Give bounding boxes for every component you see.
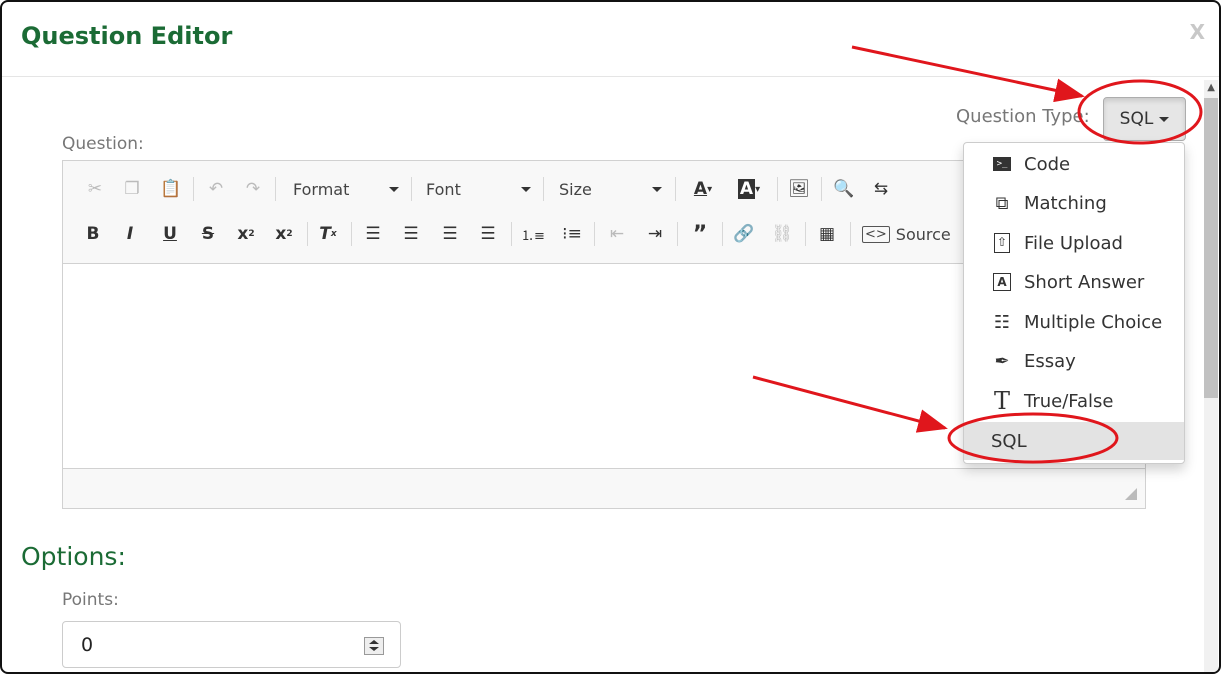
align-right-icon[interactable]: ☰	[437, 221, 463, 247]
terminal-icon: >_	[991, 157, 1013, 171]
short-answer-icon: A	[991, 273, 1013, 291]
menu-item-file-upload[interactable]: ⇧ File Upload	[964, 224, 1184, 262]
text-icon: T	[993, 387, 1010, 415]
undo-icon[interactable]: ↶	[203, 176, 229, 202]
source-button[interactable]: <> Source	[862, 221, 951, 247]
numbered-list-icon[interactable]: ⒈≡	[520, 221, 546, 247]
toolbar-separator	[275, 177, 276, 201]
dialog-title: Question Editor	[21, 22, 233, 50]
editor-status-bar	[63, 468, 1145, 508]
toolbar-separator	[193, 177, 194, 201]
scroll-up-arrow-icon[interactable]: ▲	[1207, 82, 1215, 93]
points-label: Points:	[62, 590, 119, 610]
subscript-icon[interactable]: x2	[233, 221, 259, 247]
pen-nib-icon: ✒	[994, 350, 1010, 372]
menu-item-label: Short Answer	[1024, 271, 1145, 293]
menu-item-true-false[interactable]: T True/False	[964, 382, 1184, 420]
question-type-menu: >_ Code ⧉ Matching ⇧ File Upload A Short…	[963, 142, 1185, 464]
menu-item-essay[interactable]: ✒ Essay	[964, 342, 1184, 380]
align-left-icon[interactable]: ☰	[360, 221, 386, 247]
source-icon: <>	[862, 225, 890, 243]
menu-item-short-answer[interactable]: A Short Answer	[964, 263, 1184, 301]
link-icon[interactable]: 🔗	[731, 221, 757, 247]
cut-icon[interactable]: ✂	[82, 176, 108, 202]
number-spinner-icon[interactable]	[364, 637, 384, 655]
dialog-header: Question Editor X	[2, 2, 1219, 77]
replace-icon[interactable]: ⇆	[868, 176, 894, 202]
source-label: Source	[895, 224, 951, 244]
list-icon: ☷	[993, 311, 1011, 333]
question-type-label: Question Type:	[956, 106, 1090, 127]
image-icon[interactable]: 🖼	[786, 176, 812, 202]
matching-icon: ⧉	[995, 192, 1009, 214]
underline-icon[interactable]: U	[157, 221, 183, 247]
blockquote-icon[interactable]: ”	[687, 221, 713, 247]
question-type-selected: SQL	[1119, 109, 1154, 129]
caret-down-icon	[521, 186, 531, 192]
toolbar-separator	[411, 177, 412, 201]
size-dropdown[interactable]: Size	[559, 176, 662, 202]
menu-item-label: True/False	[1024, 390, 1114, 412]
points-input[interactable]: 0	[62, 621, 401, 668]
redo-icon[interactable]: ↷	[240, 176, 266, 202]
menu-item-label: Matching	[1024, 192, 1107, 214]
toolbar-separator	[675, 177, 676, 201]
toolbar-separator	[543, 177, 544, 201]
toolbar-separator	[677, 222, 678, 246]
toolbar-separator	[777, 177, 778, 201]
toolbar-separator	[805, 222, 806, 246]
copy-icon[interactable]: ❐	[119, 176, 145, 202]
font-dropdown[interactable]: Font	[426, 176, 531, 202]
italic-icon[interactable]: I	[117, 221, 143, 247]
background-color-icon[interactable]: A ▾	[731, 176, 767, 202]
toolbar-separator	[511, 222, 512, 246]
toolbar-separator	[307, 222, 308, 246]
menu-item-label: File Upload	[1024, 232, 1123, 254]
decrease-indent-icon[interactable]: ⇤	[604, 221, 630, 247]
toolbar-separator	[351, 222, 352, 246]
menu-item-label: Multiple Choice	[1024, 311, 1163, 333]
menu-item-matching[interactable]: ⧉ Matching	[964, 184, 1184, 222]
superscript-icon[interactable]: x2	[271, 221, 297, 247]
caret-down-icon	[652, 186, 662, 192]
bold-icon[interactable]: B	[80, 221, 106, 247]
find-icon[interactable]: 🔍	[831, 176, 857, 202]
format-label: Format	[293, 179, 350, 199]
resize-handle-icon[interactable]	[1125, 488, 1137, 500]
remove-format-icon[interactable]: Tx	[315, 221, 341, 247]
menu-item-sql[interactable]: SQL	[964, 422, 1184, 460]
points-value: 0	[81, 633, 94, 656]
scrollbar-thumb[interactable]	[1204, 98, 1218, 398]
text-color-icon[interactable]: A ▾	[685, 176, 721, 202]
toolbar-separator	[594, 222, 595, 246]
question-label: Question:	[62, 134, 144, 154]
close-button[interactable]: X	[1190, 20, 1205, 44]
format-dropdown[interactable]: Format	[293, 176, 399, 202]
question-type-dropdown-button[interactable]: SQL	[1103, 97, 1186, 141]
question-editor-dialog: Question Editor X ▲ Question Type: SQL Q…	[0, 0, 1221, 674]
size-label: Size	[559, 179, 592, 199]
caret-down-icon	[389, 186, 399, 192]
toolbar-separator	[850, 222, 851, 246]
options-heading: Options:	[21, 542, 126, 571]
font-label: Font	[426, 179, 461, 199]
unlink-icon[interactable]: ⛓	[769, 221, 795, 247]
table-icon[interactable]: ▦	[814, 221, 840, 247]
toolbar-separator	[821, 177, 822, 201]
file-upload-icon: ⇧	[991, 233, 1013, 253]
menu-item-code[interactable]: >_ Code	[964, 145, 1184, 183]
menu-item-label: Code	[1024, 153, 1071, 175]
caret-down-icon	[1159, 116, 1170, 122]
menu-item-multiple-choice[interactable]: ☷ Multiple Choice	[964, 303, 1184, 341]
align-center-icon[interactable]: ☰	[398, 221, 424, 247]
increase-indent-icon[interactable]: ⇥	[642, 221, 668, 247]
strikethrough-icon[interactable]: S	[195, 221, 221, 247]
toolbar-separator	[722, 222, 723, 246]
menu-item-label: SQL	[991, 430, 1027, 452]
justify-icon[interactable]: ☰	[475, 221, 501, 247]
paste-icon[interactable]: 📋	[158, 176, 184, 202]
bulleted-list-icon[interactable]: ⁝≡	[559, 221, 585, 247]
menu-item-label: Essay	[1024, 350, 1076, 372]
